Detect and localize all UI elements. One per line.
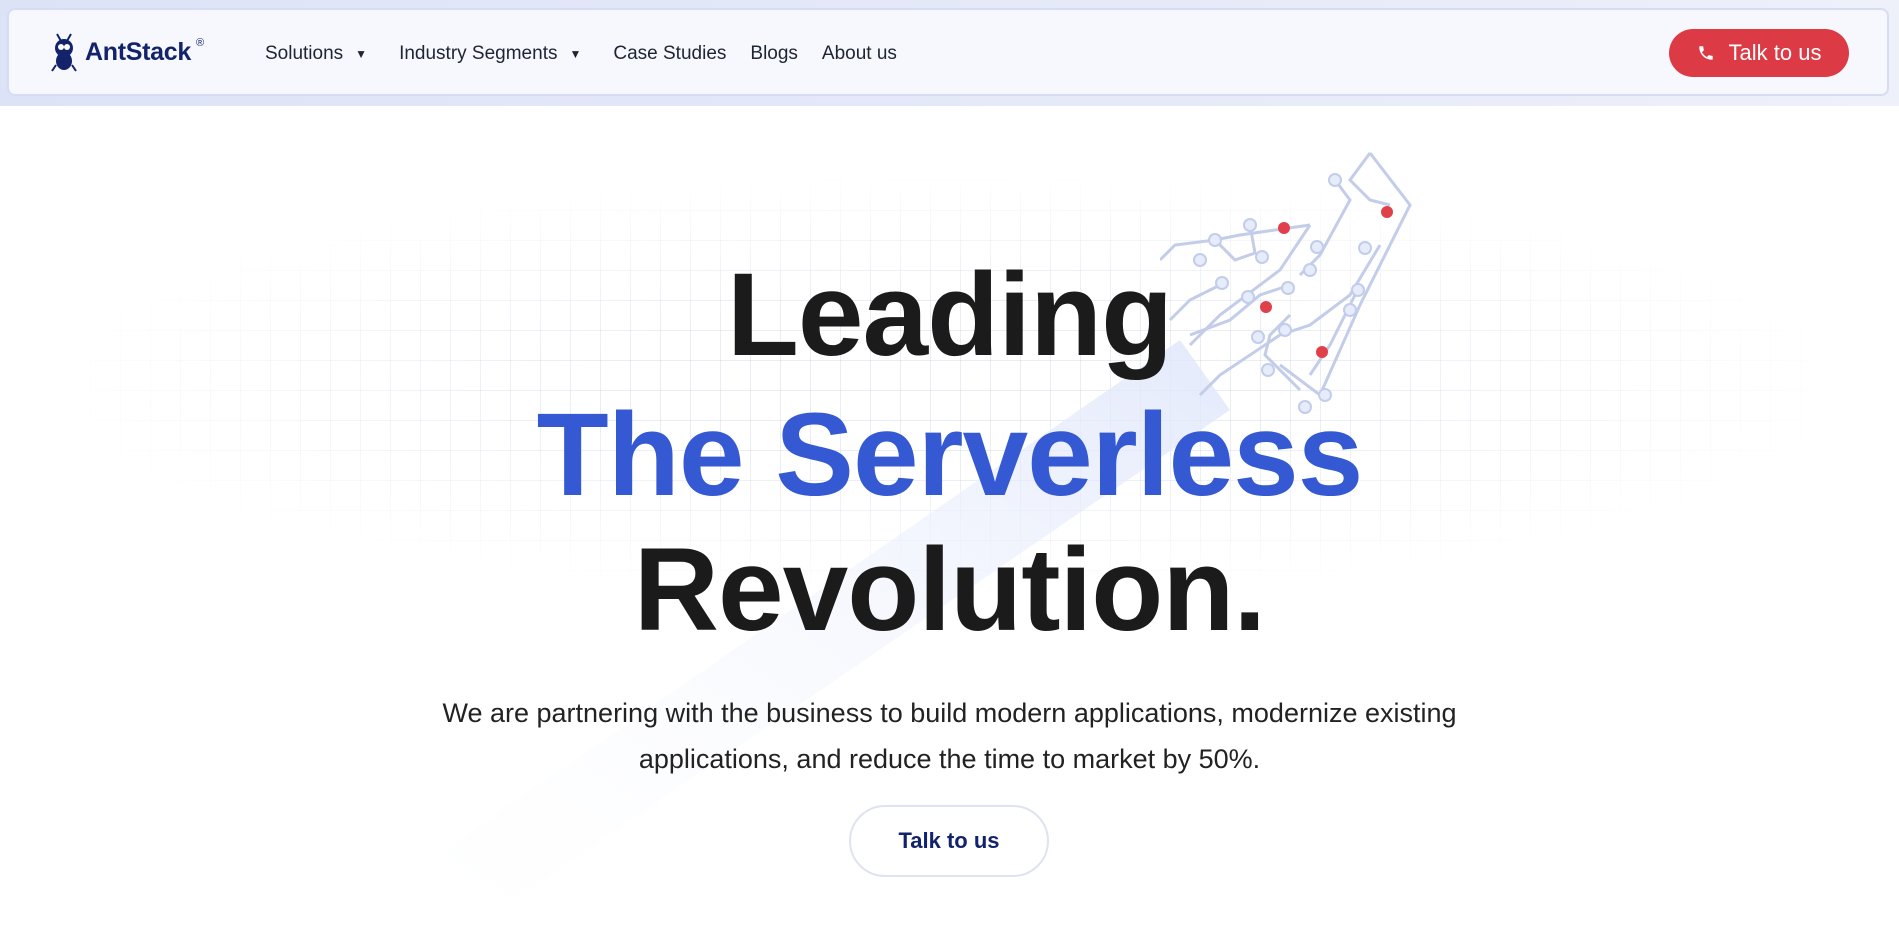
hero-subtitle-line-1: We are partnering with the business to b… (442, 698, 1457, 728)
hero-subtitle: We are partnering with the business to b… (0, 690, 1899, 782)
hero-title-line-1: Leading (726, 249, 1173, 381)
hero-title-line-3: Revolution. (633, 524, 1266, 656)
hero-subtitle-line-2: applications, and reduce the time to mar… (638, 744, 1261, 774)
hero-title-line-2: The Serverless (536, 389, 1364, 521)
talk-to-us-hero-button[interactable]: Talk to us (849, 805, 1049, 877)
cta-label: Talk to us (898, 828, 1000, 853)
